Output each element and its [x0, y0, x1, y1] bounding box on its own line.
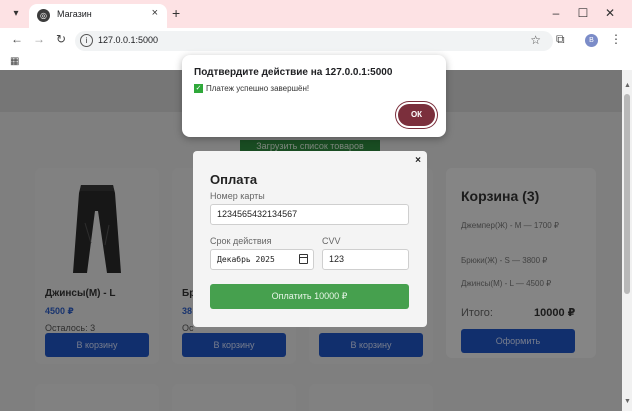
cvv-label: CVV	[322, 236, 341, 246]
cvv-input[interactable]: 123	[322, 249, 409, 270]
profile-avatar[interactable]: B	[585, 34, 598, 47]
maximize-button[interactable]: ☐	[575, 6, 591, 20]
extensions-icon[interactable]: ⧉	[556, 32, 565, 47]
dialog-message: Платеж успешно завершён!	[206, 84, 310, 93]
menu-kebab-icon[interactable]: ⋮	[610, 32, 622, 46]
calendar-icon[interactable]	[299, 254, 308, 264]
close-icon[interactable]: ×	[415, 155, 421, 166]
page-scrollbar[interactable]: ▲ ▼	[622, 70, 632, 411]
globe-icon: ◎	[37, 9, 50, 22]
apps-grid-icon[interactable]: ▦	[10, 56, 19, 67]
tab-shop[interactable]: ◎ Магазин ×	[29, 4, 167, 28]
address-bar[interactable]: i 127.0.0.1:5000 ☆	[75, 31, 553, 51]
scroll-up-icon[interactable]: ▲	[624, 82, 631, 89]
back-icon[interactable]: ←	[10, 32, 24, 46]
tab-close-icon[interactable]: ×	[152, 7, 158, 19]
check-icon: ✓	[194, 84, 203, 93]
modal-title: Оплата	[210, 172, 258, 187]
expiry-label: Срок действия	[210, 236, 272, 246]
minimize-button[interactable]: –	[548, 6, 564, 20]
site-info-icon[interactable]: i	[80, 34, 93, 47]
card-number-input[interactable]: 1234565432134567	[210, 204, 409, 225]
expiry-date-input[interactable]: Декабрь 2025	[210, 249, 314, 270]
close-window-button[interactable]: ✕	[602, 6, 618, 20]
browser-window: ▾ ◎ Магазин × + – ☐ ✕ ← → ↻ i 127.0.0.1:…	[0, 0, 632, 411]
expiry-value: Декабрь 2025	[217, 255, 275, 264]
scroll-down-icon[interactable]: ▼	[624, 398, 631, 405]
url-text: 127.0.0.1:5000	[98, 35, 159, 45]
bookmark-star-icon[interactable]: ☆	[530, 33, 541, 47]
reload-icon[interactable]: ↻	[54, 32, 68, 46]
payment-modal: × Оплата Номер карты 1234565432134567 Ср…	[193, 151, 427, 327]
browser-toolbar: ← → ↻ i 127.0.0.1:5000 ☆ ⧉ B ⋮	[0, 28, 632, 54]
tab-title: Магазин	[57, 9, 92, 19]
tab-search-menu-icon[interactable]: ▾	[8, 6, 24, 22]
forward-icon[interactable]: →	[32, 32, 46, 46]
new-tab-button[interactable]: +	[172, 5, 180, 21]
tab-strip: ▾ ◎ Магазин × + – ☐ ✕	[0, 0, 632, 28]
pay-button[interactable]: Оплатить 10000 ₽	[210, 284, 409, 309]
confirm-dialog: Подтвердите действие на 127.0.0.1:5000 ✓…	[182, 55, 446, 137]
ok-button[interactable]: ОК	[398, 104, 435, 126]
scroll-thumb[interactable]	[624, 94, 630, 294]
card-number-label: Номер карты	[210, 191, 265, 201]
dialog-title: Подтвердите действие на 127.0.0.1:5000	[194, 67, 393, 78]
